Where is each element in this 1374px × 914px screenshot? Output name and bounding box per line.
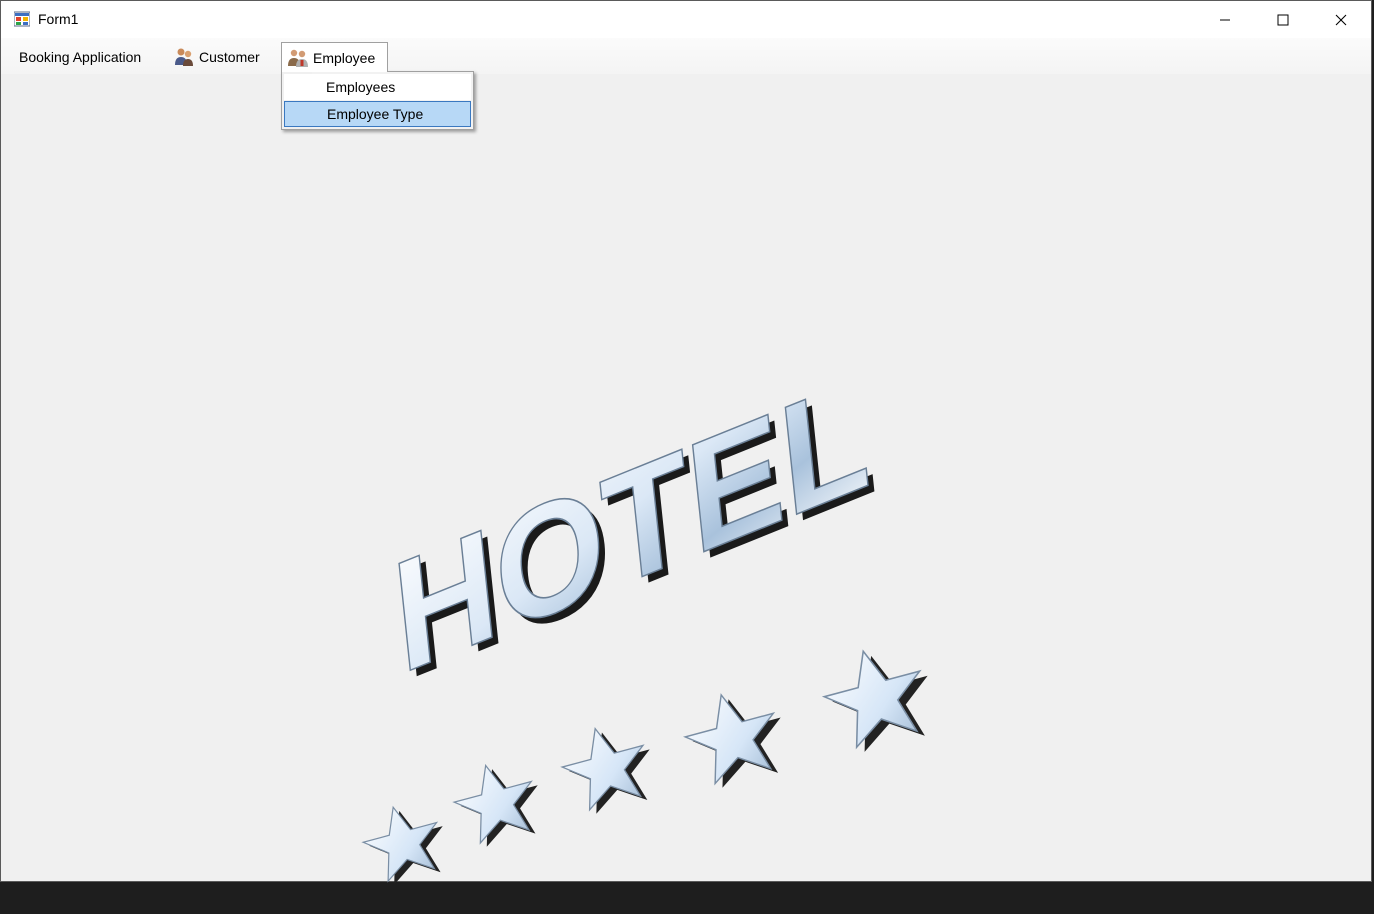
customers-icon	[175, 48, 193, 66]
main-content-area: HOTEL HOTEL	[1, 74, 1371, 885]
menu-customer[interactable]: Customer	[167, 43, 266, 70]
menu-bar: Booking Application Customer Employee	[1, 38, 1371, 74]
app-form-icon	[14, 11, 30, 27]
dropdown-item-employees[interactable]: Employees	[284, 74, 471, 100]
maximize-button[interactable]	[1254, 1, 1312, 38]
hotel-logo-image: HOTEL HOTEL	[361, 374, 928, 885]
close-button[interactable]	[1312, 1, 1370, 38]
window-title: Form1	[38, 11, 79, 27]
menu-booking-application[interactable]: Booking Application	[13, 43, 147, 70]
menu-customer-label: Customer	[199, 48, 260, 65]
employee-dropdown-menu: Employees Employee Type	[281, 71, 474, 130]
title-bar[interactable]: Form1	[1, 1, 1371, 38]
hotel-logo-text: HOTEL	[386, 374, 876, 707]
minimize-icon	[1220, 19, 1230, 20]
menu-employee-label: Employee	[313, 49, 376, 66]
minimize-button[interactable]	[1196, 1, 1254, 38]
employees-icon	[288, 49, 308, 67]
dropdown-item-employee-type-label: Employee Type	[327, 106, 424, 122]
dropdown-item-employee-type[interactable]: Employee Type	[284, 101, 471, 127]
menu-employee[interactable]: Employee	[281, 42, 389, 72]
close-icon	[1335, 14, 1347, 25]
dropdown-item-employees-label: Employees	[326, 79, 396, 95]
app-window: Form1 Booking Application Customer Emplo…	[0, 0, 1372, 885]
maximize-icon	[1277, 14, 1289, 25]
menu-booking-label: Booking Application	[19, 48, 142, 65]
